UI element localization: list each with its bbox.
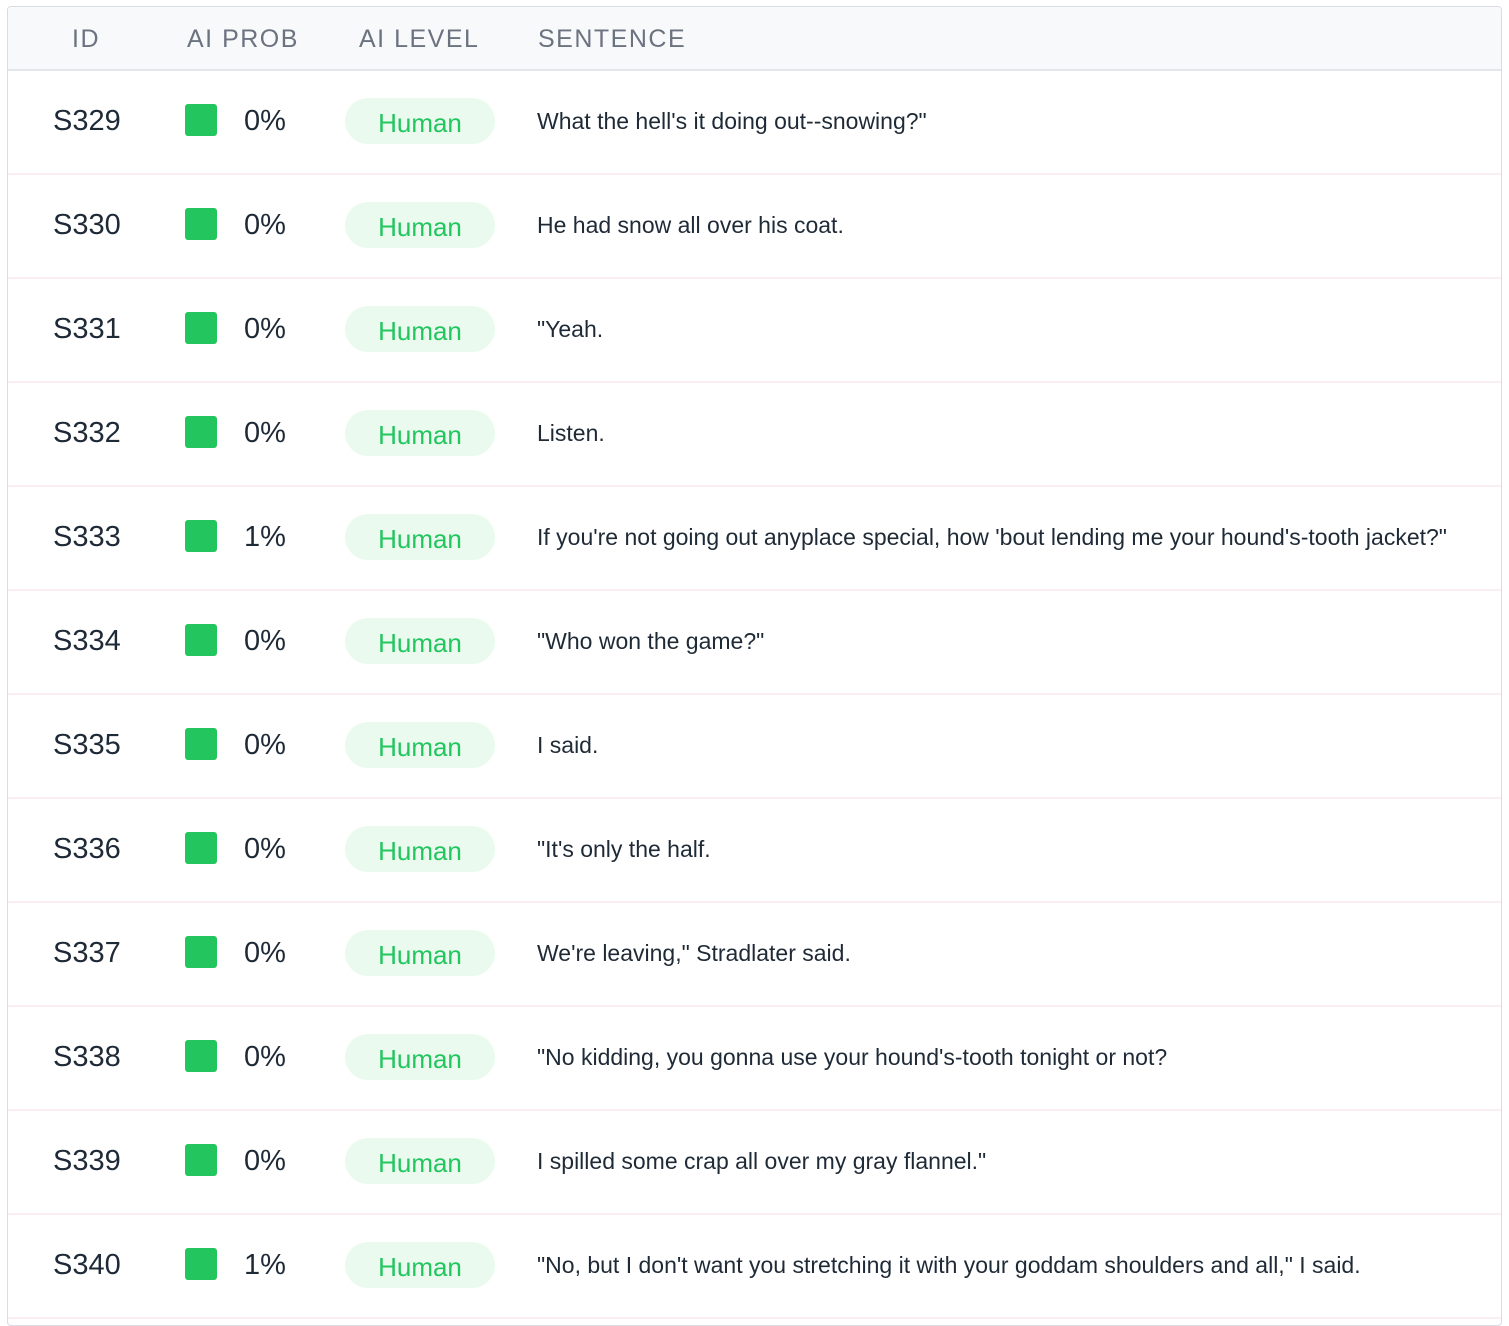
ai-prob-value: 0% <box>244 313 286 345</box>
ai-level-badge: Human <box>345 930 495 976</box>
ai-prob-swatch <box>185 832 217 864</box>
ai-prob-value: 0% <box>244 105 286 137</box>
ai-level-badge: Human <box>345 98 495 144</box>
ai-prob-value: 0% <box>244 833 286 865</box>
sentence-text: What the hell's it doing out--snowing?" <box>537 108 927 134</box>
ai-prob-value: 1% <box>244 521 286 553</box>
table-row[interactable]: S336 0% Human "It's only the half. <box>8 799 1501 903</box>
sentence-text: He had snow all over his coat. <box>537 212 844 238</box>
table-row[interactable]: S329 0% Human What the hell's it doing out-… <box>8 71 1501 175</box>
row-id: S334 <box>53 625 121 657</box>
column-header-id[interactable]: ID <box>72 7 100 71</box>
row-id: S333 <box>53 521 121 553</box>
column-header-sentence[interactable]: SENTENCE <box>538 7 686 71</box>
table-row[interactable]: S333 1% Human If you're not going out anypl… <box>8 487 1501 591</box>
row-id: S330 <box>53 209 121 241</box>
table-row[interactable]: S339 0% Human I spilled some crap all over … <box>8 1111 1501 1215</box>
ai-level-badge: Human <box>345 410 495 456</box>
table-row[interactable]: S335 0% Human I said. <box>8 695 1501 799</box>
table-row[interactable]: S338 0% Human "No kidding, you gonna use yo… <box>8 1007 1501 1111</box>
ai-level-badge: Human <box>345 1034 495 1080</box>
ai-prob-swatch <box>185 1040 217 1072</box>
ai-level-badge: Human <box>345 1242 495 1288</box>
table-row[interactable]: S330 0% Human He had snow all over his coat… <box>8 175 1501 279</box>
sentence-text: If you're not going out anyplace special… <box>537 524 1447 550</box>
sentence-text: We're leaving," Stradlater said. <box>537 940 851 966</box>
ai-level-badge: Human <box>345 202 495 248</box>
sentence-text: I spilled some crap all over my gray fla… <box>537 1148 987 1174</box>
table-row[interactable]: S337 0% Human We're leaving," Stradlater sa… <box>8 903 1501 1007</box>
ai-prob-swatch <box>185 312 217 344</box>
row-id: S338 <box>53 1041 121 1073</box>
ai-prob-value: 0% <box>244 417 286 449</box>
ai-level-badge: Human <box>345 618 495 664</box>
ai-prob-value: 0% <box>244 937 286 969</box>
sentence-text: "It's only the half. <box>537 836 711 862</box>
ai-level-badge: Human <box>345 514 495 560</box>
sentence-text: "No kidding, you gonna use your hound's-… <box>537 1044 1168 1070</box>
row-id: S336 <box>53 833 121 865</box>
sentence-text: "No, but I don't want you stretching it … <box>537 1252 1361 1278</box>
ai-level-badge: Human <box>345 306 495 352</box>
column-header-ai-prob[interactable]: AI PROB <box>187 7 299 71</box>
table-header: ID AI PROB AI LEVEL SENTENCE <box>8 7 1501 71</box>
table-row[interactable]: S331 0% Human "Yeah. <box>8 279 1501 383</box>
ai-prob-swatch <box>185 104 217 136</box>
ai-prob-swatch <box>185 520 217 552</box>
ai-prob-swatch <box>185 728 217 760</box>
ai-prob-swatch <box>185 208 217 240</box>
ai-level-badge: Human <box>345 826 495 872</box>
ai-prob-swatch <box>185 1248 217 1280</box>
column-header-ai-level[interactable]: AI LEVEL <box>359 7 479 71</box>
row-id: S335 <box>53 729 121 761</box>
table-row[interactable]: S334 0% Human "Who won the game?" <box>8 591 1501 695</box>
row-id: S331 <box>53 313 121 345</box>
ai-prob-value: 1% <box>244 1249 286 1281</box>
row-id: S340 <box>53 1249 121 1281</box>
ai-prob-value: 0% <box>244 625 286 657</box>
row-id: S337 <box>53 937 121 969</box>
sentence-table: ID AI PROB AI LEVEL SENTENCE S329 0% Human… <box>7 6 1502 1326</box>
row-id: S339 <box>53 1145 121 1177</box>
sentence-text: Listen. <box>537 420 605 446</box>
table-row[interactable]: S340 1% Human "No, but I don't want you str… <box>8 1215 1501 1319</box>
ai-prob-swatch <box>185 1144 217 1176</box>
ai-level-badge: Human <box>345 722 495 768</box>
ai-prob-value: 0% <box>244 1041 286 1073</box>
ai-prob-swatch <box>185 936 217 968</box>
sentence-text: "Yeah. <box>537 316 604 342</box>
ai-prob-value: 0% <box>244 209 286 241</box>
ai-prob-value: 0% <box>244 1145 286 1177</box>
sentence-text: "Who won the game?" <box>537 628 765 654</box>
sentence-text: I said. <box>537 732 599 758</box>
table-row[interactable]: S332 0% Human Listen. <box>8 383 1501 487</box>
ai-prob-value: 0% <box>244 729 286 761</box>
row-id: S332 <box>53 417 121 449</box>
ai-level-badge: Human <box>345 1138 495 1184</box>
row-id: S329 <box>53 105 121 137</box>
ai-prob-swatch <box>185 416 217 448</box>
ai-prob-swatch <box>185 624 217 656</box>
